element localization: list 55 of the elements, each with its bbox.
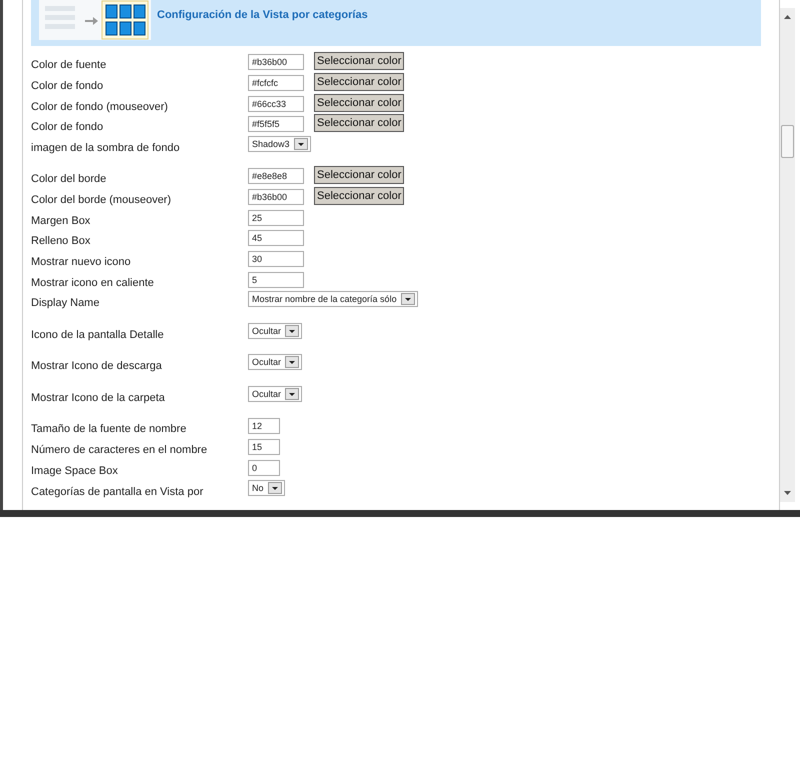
dropdown[interactable]: Mostrar nombre de la categoría sólo bbox=[248, 291, 418, 308]
select-color-button[interactable]: Seleccionar color bbox=[314, 166, 404, 184]
select-color-button[interactable]: Seleccionar color bbox=[314, 114, 404, 132]
field-label: Tamaño de la fuente de nombre bbox=[31, 422, 188, 436]
dropdown-caret-icon[interactable] bbox=[268, 482, 282, 494]
field-label: Color de fondo bbox=[31, 78, 104, 92]
select-color-button[interactable]: Seleccionar color bbox=[314, 94, 404, 112]
field-label: Mostrar icono en caliente bbox=[31, 276, 155, 289]
dropdown[interactable]: Ocultar bbox=[248, 386, 302, 402]
field-label: Color del borde (mouseover) bbox=[31, 193, 172, 206]
scrollbar-thumb[interactable] bbox=[781, 125, 794, 158]
number-field[interactable]: 0 bbox=[248, 460, 280, 476]
field-label: Color de fondo (mouseover) bbox=[31, 100, 169, 113]
field-label: imagen de la sombra de fondo bbox=[31, 140, 181, 154]
dropdown[interactable]: Ocultar bbox=[248, 322, 302, 339]
select-color-button[interactable]: Seleccionar color bbox=[314, 72, 404, 91]
dropdown[interactable]: Ocultar bbox=[248, 354, 302, 370]
text-field[interactable]: 30 bbox=[248, 251, 304, 268]
field-label: Display Name bbox=[31, 296, 100, 310]
field-label: Mostrar Icono de descarga bbox=[31, 359, 163, 372]
dropdown[interactable]: No bbox=[248, 480, 285, 496]
field-label: Icono de la pantalla Detalle bbox=[31, 328, 165, 341]
field-label: Número de caracteres en el nombre bbox=[31, 443, 208, 456]
field-label: Margen Box bbox=[31, 214, 92, 227]
dropdown-caret-icon[interactable] bbox=[285, 356, 300, 368]
field-label: Image Space Box bbox=[31, 464, 119, 477]
field-label: Categorías de pantalla en Vista por bbox=[31, 484, 204, 498]
field-label: Mostrar nuevo icono bbox=[31, 255, 132, 268]
scrollbar[interactable] bbox=[780, 8, 795, 502]
field-label: Color de fondo bbox=[31, 120, 104, 134]
dropdown-caret-icon[interactable] bbox=[294, 138, 308, 150]
color-field[interactable]: #fcfcfc bbox=[248, 74, 304, 91]
field-label: Mostrar Icono de la carpeta bbox=[31, 390, 166, 404]
color-field[interactable]: #b36b00 bbox=[248, 54, 304, 70]
dropdown-caret-icon[interactable] bbox=[285, 388, 300, 400]
text-field[interactable]: 45 bbox=[248, 230, 304, 246]
dropdown-caret-icon[interactable] bbox=[285, 324, 300, 337]
select-color-button[interactable]: Seleccionar color bbox=[314, 52, 404, 70]
field-label: Color del borde bbox=[31, 172, 108, 186]
color-field[interactable]: #f5f5f5 bbox=[248, 116, 304, 132]
dropdown[interactable]: Shadow3 bbox=[248, 136, 311, 152]
field-label: Color de fuente bbox=[31, 58, 108, 72]
select-color-button[interactable]: Seleccionar color bbox=[314, 187, 404, 206]
field-label: Relleno Box bbox=[31, 234, 92, 248]
dropdown-caret-icon[interactable] bbox=[400, 293, 415, 306]
text-field[interactable]: 5 bbox=[248, 272, 304, 288]
scroll-down-icon[interactable] bbox=[783, 490, 792, 496]
color-field[interactable]: #66cc33 bbox=[248, 96, 304, 112]
color-field[interactable]: #e8e8e8 bbox=[248, 168, 304, 184]
number-field[interactable]: 12 bbox=[248, 418, 280, 434]
color-field[interactable]: #b36b00 bbox=[248, 189, 304, 206]
section-title: Configuración de la Vista por categorías bbox=[157, 9, 368, 21]
scroll-up-icon[interactable] bbox=[783, 14, 792, 20]
number-field[interactable]: 15 bbox=[248, 439, 280, 456]
text-field[interactable]: 25 bbox=[248, 210, 304, 226]
